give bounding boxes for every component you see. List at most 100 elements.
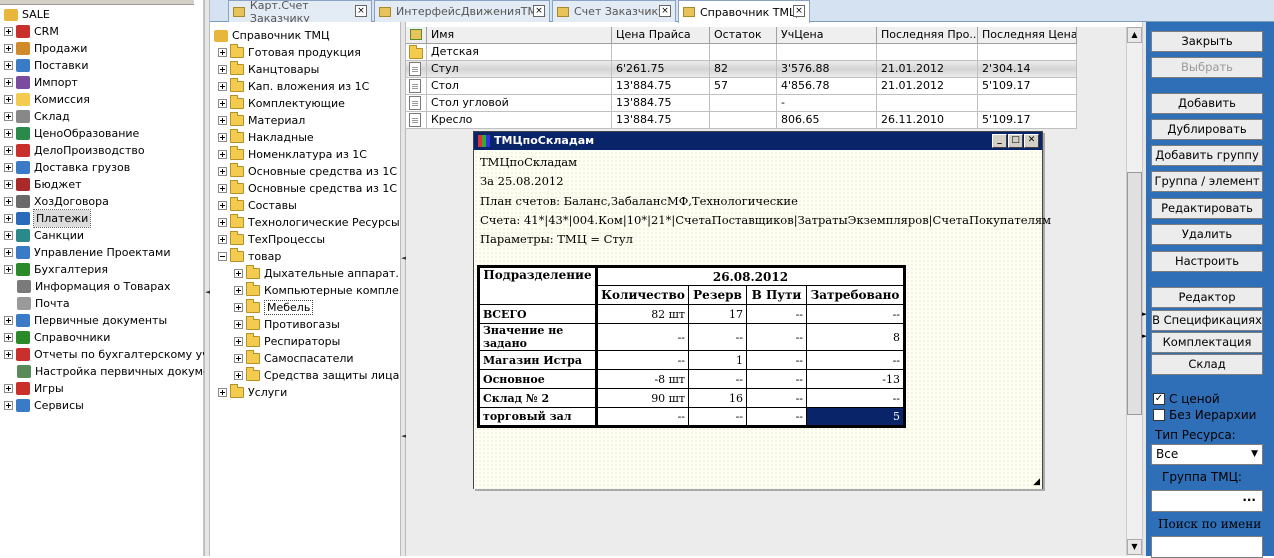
catalog-group-item[interactable]: Дыхательные аппарат... bbox=[234, 265, 406, 282]
nav-item[interactable]: Бюджет bbox=[4, 176, 82, 193]
grid-cell[interactable]: 5'109.17 bbox=[978, 78, 1077, 95]
nav-item[interactable]: Справочники bbox=[4, 329, 110, 346]
nav-item[interactable]: Настройка первичных докумен... bbox=[17, 363, 227, 380]
report-cell[interactable]: 82 шт bbox=[595, 304, 689, 324]
nav-item[interactable]: Санкции bbox=[4, 227, 84, 244]
report-cell[interactable]: 90 шт bbox=[595, 388, 689, 408]
action-button[interactable]: Дублировать bbox=[1151, 119, 1263, 140]
catalog-root[interactable]: Справочник ТМЦ bbox=[214, 27, 330, 44]
group-select-button[interactable]: ... bbox=[1242, 488, 1256, 507]
tab-close-button[interactable]: × bbox=[355, 5, 367, 17]
scroll-down-button[interactable]: ▼ bbox=[1127, 539, 1142, 555]
catalog-group-item[interactable]: ТехПроцессы bbox=[218, 231, 325, 248]
action-button[interactable]: Закрыть bbox=[1151, 31, 1263, 52]
expand-icon[interactable] bbox=[4, 231, 13, 240]
grid-cell[interactable]: 26.11.2010 bbox=[877, 112, 978, 129]
expand-icon[interactable] bbox=[218, 235, 227, 244]
grid-cell[interactable]: 5'109.17 bbox=[978, 112, 1077, 129]
checkbox-box[interactable]: ✓ bbox=[1153, 393, 1165, 405]
report-cell[interactable]: 16 bbox=[688, 388, 747, 408]
catalog-group-item[interactable]: Накладные bbox=[218, 129, 314, 146]
report-cell[interactable]: -- bbox=[746, 407, 807, 427]
expand-icon[interactable] bbox=[234, 320, 243, 329]
expand-icon[interactable] bbox=[218, 167, 227, 176]
report-cell[interactable]: -- bbox=[688, 369, 747, 389]
catalog-group-item[interactable]: Канцтовары bbox=[218, 61, 319, 78]
grid-cell[interactable]: 13'884.75 bbox=[612, 78, 710, 95]
window-titlebar[interactable]: ТМЦпоСкладам _ □ ✕ bbox=[474, 132, 1042, 150]
report-cell[interactable]: -8 шт bbox=[595, 369, 689, 389]
action-button[interactable]: Настроить bbox=[1151, 251, 1263, 272]
catalog-group-item[interactable]: Готовая продукция bbox=[218, 44, 361, 61]
checkbox-box[interactable] bbox=[1153, 409, 1165, 421]
grid-cell[interactable]: 13'884.75 bbox=[612, 95, 710, 112]
catalog-group-item[interactable]: Составы bbox=[218, 197, 297, 214]
catalog-group-item[interactable]: Технологические Ресурсы bbox=[218, 214, 400, 231]
expand-icon[interactable] bbox=[234, 286, 243, 295]
grid-header-last-price[interactable]: Последняя Цена bbox=[978, 27, 1077, 44]
grid-cell[interactable] bbox=[710, 112, 777, 129]
catalog-group-item[interactable]: Основные средства из 1С bbox=[218, 163, 397, 180]
action-button[interactable]: Группа / элемент bbox=[1151, 171, 1263, 192]
action-button[interactable]: В Спецификациях bbox=[1151, 310, 1263, 331]
scroll-up-button[interactable]: ▲ bbox=[1127, 27, 1142, 43]
tab-cust-account-card[interactable]: Карт.Счет Заказчику × bbox=[228, 0, 372, 25]
grid-header-price[interactable]: Цена Прайса bbox=[612, 27, 710, 44]
nav-item[interactable]: ХозДоговора bbox=[4, 193, 109, 210]
nav-item[interactable]: Игры bbox=[4, 380, 64, 397]
grid-row[interactable]: Стол 13'884.75 57 4'856.78 21.01.2012 5'109.1… bbox=[406, 78, 1077, 95]
report-cell[interactable]: -- bbox=[595, 350, 689, 370]
report-cell[interactable]: 5 bbox=[806, 407, 905, 427]
grid-cell[interactable]: 806.65 bbox=[777, 112, 877, 129]
action-button[interactable]: Удалить bbox=[1151, 224, 1263, 245]
expand-icon[interactable] bbox=[218, 388, 227, 397]
catalog-group-item[interactable]: Компьютерные компле... bbox=[234, 282, 409, 299]
grid-cell[interactable]: 2'304.14 bbox=[978, 61, 1077, 78]
expand-icon[interactable] bbox=[4, 384, 13, 393]
close-button[interactable]: ✕ bbox=[1024, 134, 1039, 148]
report-cell[interactable]: -- bbox=[688, 323, 747, 351]
grid-cell[interactable]: 82 bbox=[710, 61, 777, 78]
expand-icon[interactable] bbox=[218, 150, 227, 159]
action-button[interactable]: Редактировать bbox=[1151, 198, 1263, 219]
nav-item[interactable]: Поставки bbox=[4, 57, 88, 74]
action-button[interactable]: Добавить группу bbox=[1151, 145, 1263, 166]
grid-cell[interactable] bbox=[877, 44, 978, 61]
expand-icon[interactable] bbox=[218, 99, 227, 108]
catalog-group-item[interactable]: товар bbox=[218, 248, 281, 265]
expand-icon[interactable] bbox=[4, 333, 13, 342]
grid-cell[interactable]: Кресло bbox=[427, 112, 612, 129]
nav-item[interactable]: Импорт bbox=[4, 74, 78, 91]
expand-icon[interactable] bbox=[218, 116, 227, 125]
report-cell[interactable]: 17 bbox=[688, 304, 747, 324]
expand-icon[interactable] bbox=[234, 371, 243, 380]
catalog-group-item[interactable]: Основные средства из 1С bbox=[218, 180, 397, 197]
nav-item[interactable]: Продажи bbox=[4, 40, 87, 57]
grid-header-last-receipt[interactable]: Последняя Про... bbox=[877, 27, 978, 44]
tab-close-button[interactable]: × bbox=[533, 5, 545, 17]
nav-item[interactable]: ДелоПроизводство bbox=[4, 142, 145, 159]
nav-item[interactable]: CRM bbox=[4, 23, 59, 40]
grid-vertical-scrollbar[interactable]: ▲ ▼ bbox=[1126, 27, 1142, 556]
grid-cell[interactable] bbox=[710, 44, 777, 61]
grid-row[interactable]: Стол угловой 13'884.75 - bbox=[406, 95, 1077, 112]
grid-cell[interactable] bbox=[710, 95, 777, 112]
expand-icon[interactable] bbox=[4, 163, 13, 172]
nav-item[interactable]: Бухгалтерия bbox=[4, 261, 108, 278]
tab-close-button[interactable]: × bbox=[659, 5, 671, 17]
report-cell[interactable]: -- bbox=[746, 304, 807, 324]
expand-icon[interactable] bbox=[218, 252, 227, 261]
catalog-group-item[interactable]: Комплектующие bbox=[218, 95, 345, 112]
report-cell[interactable]: -- bbox=[806, 350, 905, 370]
nav-item[interactable]: Информация о Товарах bbox=[17, 278, 170, 295]
grid-cell[interactable]: 57 bbox=[710, 78, 777, 95]
action-button[interactable]: Склад bbox=[1151, 354, 1263, 375]
expand-icon[interactable] bbox=[234, 269, 243, 278]
expand-icon[interactable] bbox=[4, 350, 13, 359]
nav-item[interactable]: Комиссия bbox=[4, 91, 90, 108]
grid-cell[interactable]: 6'261.75 bbox=[612, 61, 710, 78]
expand-icon[interactable] bbox=[218, 82, 227, 91]
catalog-group-item[interactable]: Материал bbox=[218, 112, 305, 129]
report-cell[interactable]: -- bbox=[595, 323, 689, 351]
grid-cell[interactable] bbox=[777, 44, 877, 61]
